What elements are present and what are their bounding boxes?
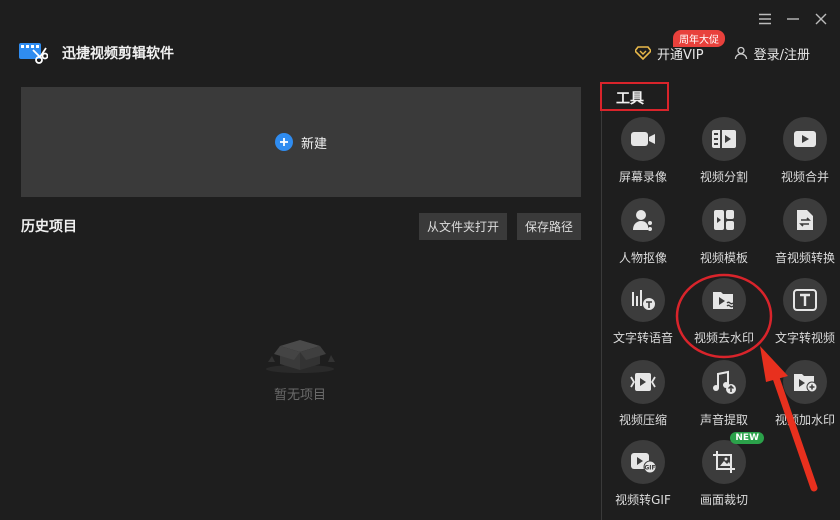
plus-icon (274, 133, 293, 151)
empty-label: 暂无项目 (273, 388, 326, 403)
video-template-icon (702, 198, 746, 242)
text-to-speech-icon (621, 278, 665, 322)
save-path-button[interactable]: 保存路径 (516, 213, 581, 240)
new-project-panel[interactable]: 新建 (21, 87, 581, 197)
menu-icon[interactable] (756, 10, 774, 28)
diamond-icon (635, 46, 652, 60)
tool-label: 视频模板 (699, 251, 748, 265)
tool-screen-record[interactable]: 屏幕录像 (602, 117, 684, 185)
text-to-video-icon (783, 278, 827, 322)
tool-video-compress[interactable]: 视频压缩 (602, 360, 684, 428)
svg-text:GIF: GIF (644, 465, 655, 472)
av-convert-icon (783, 198, 827, 242)
minimize-icon[interactable] (784, 10, 802, 28)
tool-label: 音视频转换 (774, 251, 835, 265)
user-icon (734, 46, 747, 60)
person-cutout-icon (621, 198, 665, 242)
video-split-icon (702, 117, 746, 161)
tool-video-to-gif[interactable]: GIF 视频转GIF (602, 440, 684, 508)
tool-label: 文字转语音 (612, 331, 673, 345)
tool-add-watermark[interactable]: 视频加水印 (764, 360, 840, 428)
video-merge-icon (783, 117, 827, 161)
app-title: 迅捷视频剪辑软件 (62, 46, 174, 62)
tools-title: 工具 (600, 82, 669, 111)
close-icon[interactable] (812, 10, 830, 28)
video-to-gif-icon: GIF (621, 440, 665, 484)
tool-label: 视频分割 (699, 170, 748, 184)
tool-av-convert[interactable]: 音视频转换 (764, 198, 840, 266)
tool-label: 画面裁切 (699, 493, 748, 507)
empty-box-icon (266, 340, 335, 373)
crop-icon: NEW (702, 432, 764, 484)
open-folder-button[interactable]: 从文件夹打开 (418, 213, 507, 240)
app-logo-icon (19, 43, 48, 64)
login-button[interactable]: 登录/注册 (734, 44, 810, 63)
login-label: 登录/注册 (753, 47, 810, 63)
tool-label: 视频加水印 (774, 413, 835, 427)
tool-video-merge[interactable]: 视频合并 (764, 117, 840, 185)
remove-watermark-icon (702, 278, 746, 322)
tool-crop[interactable]: NEW 画面裁切 (683, 432, 765, 508)
tool-text-to-speech[interactable]: 文字转语音 (602, 278, 684, 346)
tool-label: 声音提取 (699, 413, 748, 427)
tool-label: 视频合并 (780, 170, 829, 184)
tool-label: 视频压缩 (618, 413, 667, 427)
screen-record-icon (621, 117, 665, 161)
tool-remove-watermark[interactable]: 视频去水印 (683, 278, 765, 346)
history-title: 历史项目 (21, 219, 77, 235)
promo-badge: 周年大促 (673, 29, 726, 47)
new-project-label: 新建 (300, 136, 327, 152)
new-project-button[interactable]: 新建 (274, 133, 327, 152)
empty-state: 暂无项目 (260, 332, 340, 403)
tool-text-to-video[interactable]: 文字转视频 (764, 278, 840, 346)
window-controls (756, 10, 830, 28)
tool-label: 视频去水印 (693, 331, 754, 345)
header: 迅捷视频剪辑软件 开通VIP 周年大促 登录/注册 (18, 29, 810, 68)
tool-audio-extract[interactable]: 声音提取 (683, 360, 765, 428)
new-badge: NEW (730, 432, 764, 444)
tool-label: 视频转GIF (615, 493, 671, 507)
tool-label: 人物抠像 (618, 251, 667, 265)
tool-person-cutout[interactable]: 人物抠像 (602, 198, 684, 266)
vip-button[interactable]: 开通VIP 周年大促 (635, 29, 726, 63)
audio-extract-icon (702, 360, 746, 404)
tool-video-template[interactable]: 视频模板 (683, 198, 765, 266)
tool-label: 文字转视频 (774, 331, 835, 345)
history-actions: 从文件夹打开 保存路径 (418, 213, 581, 240)
tool-video-split[interactable]: 视频分割 (683, 117, 765, 185)
add-watermark-icon (783, 360, 827, 404)
tool-label: 屏幕录像 (618, 170, 667, 184)
video-compress-icon (621, 360, 665, 404)
